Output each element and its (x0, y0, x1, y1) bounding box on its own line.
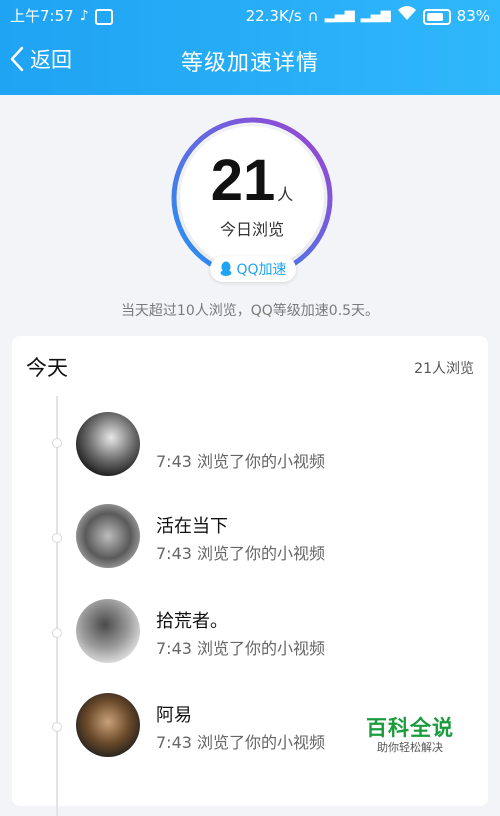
timeline-dot (52, 722, 62, 732)
watermark-sub: 助你轻松解决 (377, 741, 443, 754)
viewer-name: 活在当下 (156, 516, 228, 537)
boost-summary: 当天超过10人浏览，QQ等级加速0.5天。 (120, 303, 380, 319)
battery-icon (422, 9, 451, 25)
viewer-item[interactable]: 7:43 浏览了你的小视频 (12, 406, 488, 486)
timeline-dot (52, 438, 62, 448)
notification-icon: ♪ (79, 8, 89, 24)
viewer-desc: 7:43 浏览了你的小视频 (156, 639, 326, 658)
avatar[interactable] (76, 693, 140, 757)
viewer-name: 阿易 (156, 705, 192, 726)
watermark-logo: 百科全说 助你轻松解决 (360, 716, 460, 756)
timeline-dot (52, 533, 62, 543)
avatar[interactable] (76, 599, 140, 663)
viewer-item[interactable]: 拾荒者。 7:43 浏览了你的小视频 (12, 593, 488, 673)
watermark-main: 百科全说 (366, 716, 454, 740)
headset-icon: ∩ (307, 7, 319, 25)
qq-boost-label: QQ加速 (236, 262, 287, 278)
avatar[interactable] (76, 504, 140, 568)
status-bar: 上午7:57 ♪ 22.3K/s ∩ ▂▄▆ ▂▄▆ 83% (0, 0, 500, 32)
timeline-dot (52, 628, 62, 638)
view-count-unit: 人 (277, 187, 294, 204)
viewer-name: 拾荒者。 (156, 611, 228, 632)
signal-icon-2: ▂▄▆ (360, 8, 391, 23)
card-view-count: 21人浏览 (414, 361, 474, 377)
app-notification-icon (94, 9, 113, 25)
signal-icon-1: ▂▄▆ (324, 8, 355, 23)
view-count-label: 今日浏览 (219, 220, 284, 239)
viewer-desc: 7:43 浏览了你的小视频 (156, 544, 326, 563)
viewer-desc: 7:43 浏览了你的小视频 (156, 452, 326, 471)
view-count: 21 人 (170, 152, 334, 225)
battery-percent: 83% (456, 7, 490, 25)
page-title: 等级加速详情 (180, 51, 319, 76)
viewer-desc: 7:43 浏览了你的小视频 (156, 733, 326, 752)
card-heading: 今天 (26, 356, 68, 380)
title-bar: 返回 等级加速详情 (0, 32, 500, 95)
view-count-number: 21 (210, 148, 276, 213)
qq-penguin-icon (220, 261, 232, 276)
net-speed: 22.3K/s (245, 7, 302, 25)
wifi-icon (397, 0, 417, 32)
avatar[interactable] (76, 412, 140, 476)
qq-boost-badge: QQ加速 (210, 256, 296, 282)
status-time: 上午7:57 (10, 7, 74, 25)
app-header: 上午7:57 ♪ 22.3K/s ∩ ▂▄▆ ▂▄▆ 83% 返回 等级加速详情 (0, 0, 500, 95)
viewer-item[interactable]: 活在当下 7:43 浏览了你的小视频 (12, 498, 488, 578)
